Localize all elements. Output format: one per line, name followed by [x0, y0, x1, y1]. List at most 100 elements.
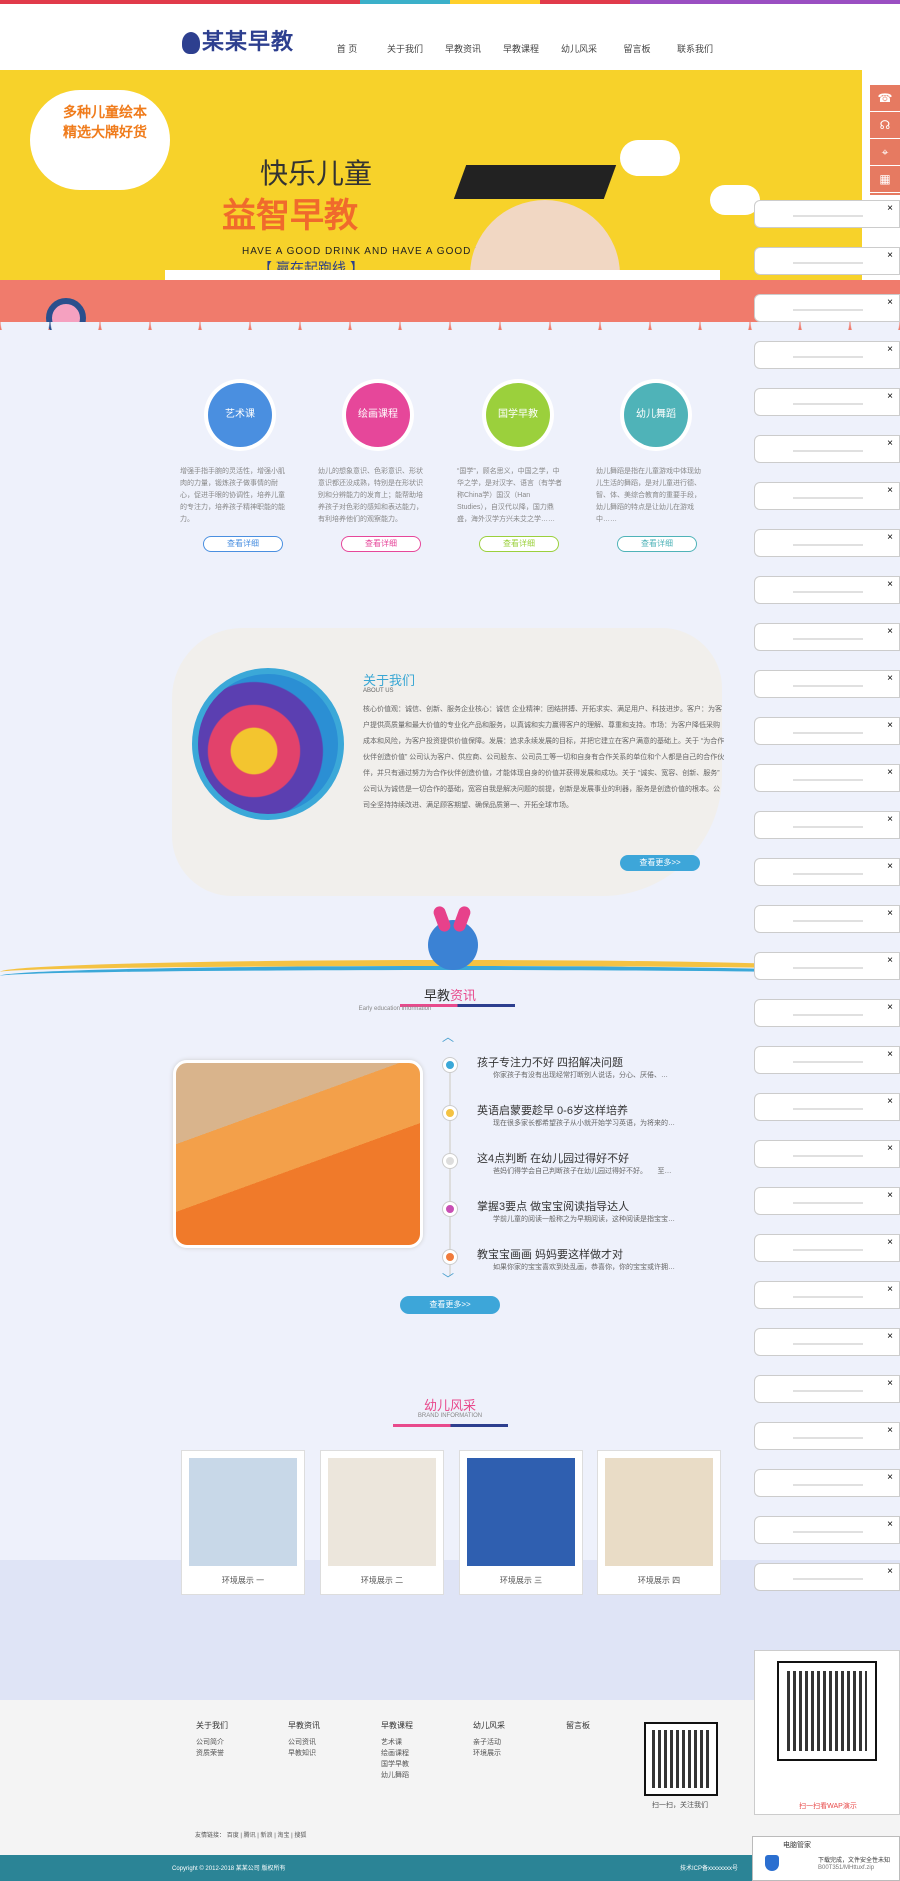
nav-contact[interactable]: 联系我们 [666, 42, 724, 55]
close-icon[interactable]: × [887, 485, 893, 496]
close-icon[interactable]: × [887, 1519, 893, 1530]
nav-courses[interactable]: 早教课程 [492, 42, 550, 55]
footer-col-title[interactable]: 幼儿风采 [473, 1720, 505, 1731]
cloud-decoration [620, 140, 680, 176]
close-icon[interactable]: × [887, 1378, 893, 1389]
headset-icon[interactable]: ☊ [870, 112, 900, 139]
icp-text[interactable]: 技术ICP备xxxxxxxx号 [680, 1863, 738, 1872]
close-icon[interactable]: × [887, 1331, 893, 1342]
hero-banner[interactable]: 多种儿童绘本 精选大牌好货 快乐儿童 益智早教 HAVE A GOOD DRIN… [0, 70, 862, 280]
footer-link[interactable]: 亲子活动 [473, 1737, 505, 1748]
close-icon[interactable]: × [887, 1425, 893, 1436]
feature-detail-button[interactable]: 查看详细 [617, 536, 697, 552]
footer-col-title[interactable]: 早教资讯 [288, 1720, 320, 1731]
gallery-card[interactable]: 环境展示 三 [459, 1450, 583, 1595]
news-scroll-up-icon[interactable]: ︿ [442, 1028, 454, 1045]
footer-link[interactable]: 公司资讯 [288, 1737, 320, 1748]
close-icon[interactable]: × [887, 1190, 893, 1201]
nav-about[interactable]: 关于我们 [376, 42, 434, 55]
close-icon[interactable]: × [887, 391, 893, 402]
floating-popup: × [754, 1046, 900, 1074]
close-icon[interactable]: × [887, 1049, 893, 1060]
close-icon[interactable]: × [887, 1566, 893, 1577]
toast-line-2: B00T351/MHttuxf.zip [818, 1865, 875, 1871]
footer-col-title[interactable]: 关于我们 [196, 1720, 228, 1731]
close-icon[interactable]: × [887, 250, 893, 261]
feature-detail-button[interactable]: 查看详细 [341, 536, 421, 552]
close-icon[interactable]: × [887, 438, 893, 449]
footer-link[interactable]: 艺术课 [381, 1737, 413, 1748]
news-more-button[interactable]: 查看更多>> [400, 1296, 500, 1314]
friend-link[interactable]: 淘宝 [277, 1833, 289, 1839]
close-icon[interactable]: × [887, 203, 893, 214]
popup-placeholder-bar [793, 1484, 863, 1486]
about-more-button[interactable]: 查看更多>> [620, 855, 700, 871]
feature-detail-button[interactable]: 查看详细 [203, 536, 283, 552]
footer-link[interactable]: 幼儿舞蹈 [381, 1770, 413, 1781]
news-item-title[interactable]: 孩子专注力不好 四招解决问题 [477, 1054, 727, 1070]
logo-text: 某某早教 [202, 30, 295, 55]
qrcode-icon[interactable]: ▦ [870, 166, 900, 193]
footer-link[interactable]: 绘画课程 [381, 1748, 413, 1759]
logo[interactable]: 某某早教 [182, 24, 294, 56]
feature-art-circle[interactable]: 艺术课 [208, 383, 272, 447]
close-icon[interactable]: × [887, 673, 893, 684]
news-item-title[interactable]: 英语启蒙要趁早 0-6岁这样培养 [477, 1102, 727, 1118]
friend-link[interactable]: 腾讯 [244, 1833, 256, 1839]
nav-gallery[interactable]: 幼儿风采 [550, 42, 608, 55]
phone-icon[interactable]: ☎ [870, 85, 900, 112]
close-icon[interactable]: × [887, 626, 893, 637]
close-icon[interactable]: × [887, 344, 893, 355]
news-item-title[interactable]: 掌握3要点 做宝宝阅读指导达人 [477, 1198, 727, 1214]
nav-news[interactable]: 早教资讯 [434, 42, 492, 55]
footer-link[interactable]: 环境展示 [473, 1748, 505, 1759]
footer-col-title[interactable]: 留言板 [566, 1720, 590, 1731]
close-icon[interactable]: × [887, 955, 893, 966]
friend-link[interactable]: 百度 [227, 1833, 239, 1839]
footer-col-title[interactable]: 早教课程 [381, 1720, 413, 1731]
close-icon[interactable]: × [887, 720, 893, 731]
footer-link[interactable]: 早教知识 [288, 1748, 320, 1759]
popup-placeholder-bar [793, 826, 863, 828]
close-icon[interactable]: × [887, 861, 893, 872]
news-item-title[interactable]: 教宝宝画画 妈妈要这样做才对 [477, 1246, 727, 1262]
close-icon[interactable]: × [887, 1002, 893, 1013]
footer-col-gallery: 幼儿风采 亲子活动 环境展示 [473, 1720, 505, 1759]
footer-link[interactable]: 国学早教 [381, 1759, 413, 1770]
location-icon[interactable]: ⌖ [870, 139, 900, 166]
news-item-title[interactable]: 这4点判断 在幼儿园过得好不好 [477, 1150, 727, 1166]
close-icon[interactable]: × [887, 1284, 893, 1295]
close-icon[interactable]: × [887, 814, 893, 825]
floating-popup: × [754, 1140, 900, 1168]
gallery-card[interactable]: 环境展示 一 [181, 1450, 305, 1595]
footer-link[interactable]: 资质荣誉 [196, 1748, 228, 1759]
gallery-photo [605, 1458, 713, 1566]
feature-painting-circle[interactable]: 绘画课程 [346, 383, 410, 447]
close-icon[interactable]: × [887, 579, 893, 590]
close-icon[interactable]: × [887, 767, 893, 778]
close-icon[interactable]: × [887, 908, 893, 919]
nav-guestbook[interactable]: 留言板 [608, 42, 666, 55]
close-icon[interactable]: × [887, 1472, 893, 1483]
floating-popup: × [754, 1516, 900, 1544]
close-icon[interactable]: × [887, 1096, 893, 1107]
news-item-desc: 现在很多家长都希望孩子从小就开始学习英语，为将来的… [493, 1120, 675, 1127]
close-icon[interactable]: × [887, 297, 893, 308]
nav-home[interactable]: 首 页 [318, 42, 376, 55]
news-scroll-down-icon[interactable]: ﹀ [442, 1270, 454, 1287]
download-toast[interactable]: 电脑管家 下载完成，文件安全性未知 B00T351/MHttuxf.zip [752, 1836, 900, 1881]
close-icon[interactable]: × [887, 1143, 893, 1154]
news-timeline [449, 1066, 451, 1276]
news-photo[interactable] [173, 1060, 423, 1248]
floating-popup: × [754, 811, 900, 839]
close-icon[interactable]: × [887, 1237, 893, 1248]
friend-link[interactable]: 搜狐 [294, 1833, 306, 1839]
footer-link[interactable]: 公司简介 [196, 1737, 228, 1748]
gallery-card[interactable]: 环境展示 二 [320, 1450, 444, 1595]
gallery-card[interactable]: 环境展示 四 [597, 1450, 721, 1595]
friend-link[interactable]: 新浪 [261, 1833, 273, 1839]
feature-dance-circle[interactable]: 幼儿舞蹈 [624, 383, 688, 447]
feature-detail-button[interactable]: 查看详细 [479, 536, 559, 552]
feature-guoxue-circle[interactable]: 国学早教 [486, 383, 550, 447]
close-icon[interactable]: × [887, 532, 893, 543]
